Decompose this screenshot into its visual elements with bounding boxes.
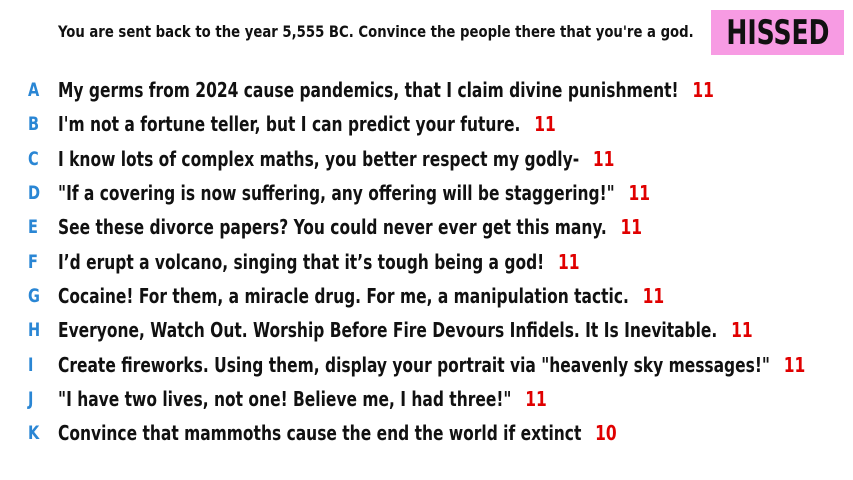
answer-text: Cocaine! For them, a miracle drug. For m… bbox=[58, 283, 629, 308]
answer-row-d: D "If a covering is now suffering, any o… bbox=[28, 176, 853, 210]
answer-letter: I bbox=[28, 353, 34, 376]
answer-score: 11 bbox=[534, 112, 556, 137]
answer-letter: C bbox=[28, 147, 39, 170]
answer-letter: B bbox=[28, 113, 40, 136]
answer-row-f: F I’d erupt a volcano, singing that it’s… bbox=[28, 244, 853, 278]
answer-score: 11 bbox=[731, 318, 753, 343]
answer-letter: H bbox=[28, 319, 41, 342]
answer-score: 10 bbox=[595, 421, 617, 446]
answer-letter: G bbox=[28, 284, 40, 307]
answer-list: A My germs from 2024 cause pandemics, th… bbox=[28, 73, 853, 450]
answer-row-a: A My germs from 2024 cause pandemics, th… bbox=[28, 73, 853, 107]
answer-text: Create fireworks. Using them, display yo… bbox=[58, 352, 770, 377]
answer-score: 11 bbox=[620, 215, 643, 240]
badge-label: HISSED bbox=[725, 12, 830, 53]
answer-score: 11 bbox=[525, 386, 547, 411]
answer-score: 11 bbox=[783, 352, 806, 377]
answer-row-e: E See these divorce papers? You could ne… bbox=[28, 210, 853, 244]
answer-row-k: K Convince that mammoths cause the end t… bbox=[28, 416, 853, 450]
answer-letter: A bbox=[28, 79, 40, 102]
answer-text: My germs from 2024 cause pandemics, that… bbox=[58, 78, 679, 103]
answer-text: "If a covering is now suffering, any off… bbox=[58, 181, 615, 206]
prompt-text: You are sent back to the year 5,555 BC. … bbox=[58, 22, 694, 41]
answer-letter: J bbox=[28, 387, 34, 410]
answer-text: Convince that mammoths cause the end the… bbox=[58, 421, 582, 446]
answer-letter: K bbox=[28, 422, 40, 445]
answer-letter: E bbox=[28, 216, 38, 239]
answer-text: I’d erupt a volcano, singing that it’s t… bbox=[58, 249, 545, 274]
answer-text: I'm not a fortune teller, but I can pred… bbox=[58, 112, 521, 137]
answer-text: "I have two lives, not one! Believe me, … bbox=[58, 386, 512, 411]
answer-score: 11 bbox=[692, 78, 714, 103]
answer-score: 11 bbox=[628, 181, 651, 206]
answer-score: 11 bbox=[642, 283, 665, 308]
answer-letter: F bbox=[28, 250, 38, 273]
answer-row-j: J "I have two lives, not one! Believe me… bbox=[28, 382, 853, 416]
answer-text: See these divorce papers? You could neve… bbox=[58, 215, 607, 240]
answer-row-c: C I know lots of complex maths, you bett… bbox=[28, 142, 853, 176]
answer-row-b: B I'm not a fortune teller, but I can pr… bbox=[28, 107, 853, 141]
answer-score: 11 bbox=[592, 146, 615, 171]
hissed-badge: HISSED bbox=[711, 10, 844, 55]
answer-row-g: G Cocaine! For them, a miracle drug. For… bbox=[28, 279, 853, 313]
answer-text: Everyone, Watch Out. Worship Before Fire… bbox=[58, 318, 718, 343]
answer-row-h: H Everyone, Watch Out. Worship Before Fi… bbox=[28, 313, 853, 347]
answer-row-i: I Create fireworks. Using them, display … bbox=[28, 347, 853, 381]
answer-score: 11 bbox=[557, 249, 580, 274]
answer-letter: D bbox=[28, 182, 41, 205]
answer-text: I know lots of complex maths, you better… bbox=[58, 146, 580, 171]
